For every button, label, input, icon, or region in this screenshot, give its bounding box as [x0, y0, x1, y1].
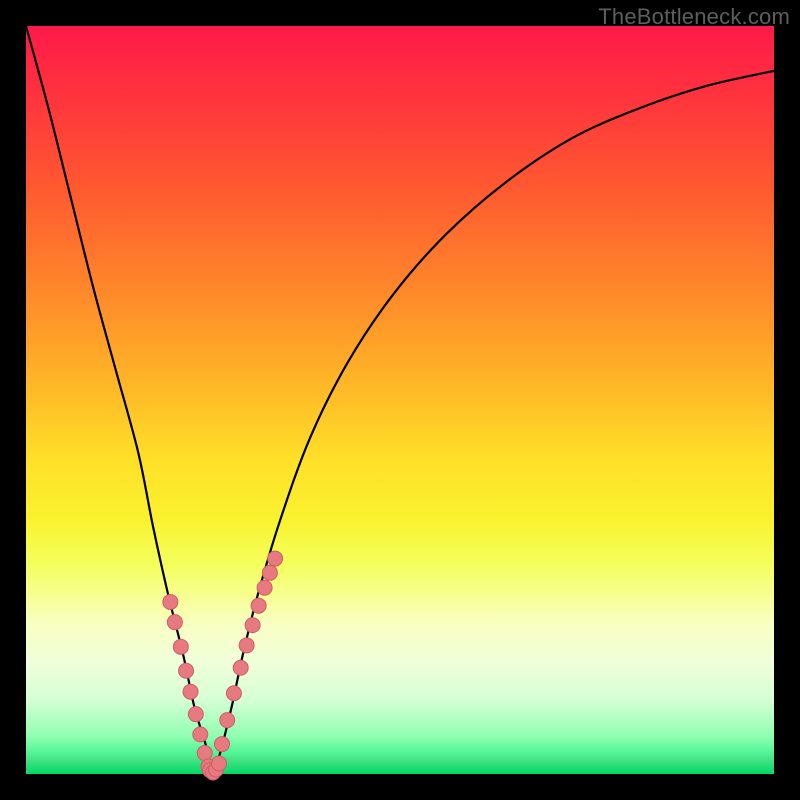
data-point-marker — [193, 727, 208, 742]
chart-frame: TheBottleneck.com — [0, 0, 800, 800]
plot-area — [26, 26, 774, 774]
data-point-marker — [220, 713, 235, 728]
bottleneck-curve — [26, 26, 774, 774]
data-point-marker — [163, 594, 178, 609]
data-point-marker — [211, 756, 226, 771]
data-point-marker — [167, 615, 182, 630]
data-point-marker — [251, 598, 266, 613]
data-point-marker — [183, 684, 198, 699]
chart-svg — [26, 26, 774, 774]
data-point-marker — [262, 565, 277, 580]
data-point-marker — [188, 707, 203, 722]
data-point-marker — [257, 580, 272, 595]
data-point-marker — [239, 638, 254, 653]
data-point-marker — [268, 551, 283, 566]
marker-cluster — [163, 551, 283, 780]
data-point-marker — [214, 737, 229, 752]
data-point-marker — [173, 639, 188, 654]
data-point-marker — [179, 663, 194, 678]
data-point-marker — [226, 686, 241, 701]
data-point-marker — [233, 660, 248, 675]
data-point-marker — [197, 746, 212, 761]
data-point-marker — [245, 618, 260, 633]
